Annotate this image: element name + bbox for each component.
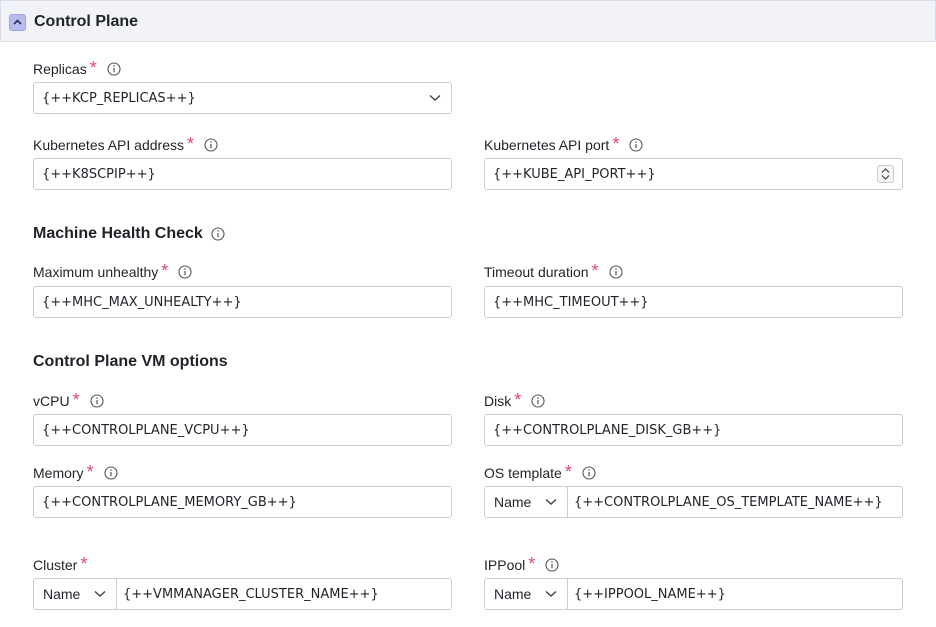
memory-input[interactable]: {++CONTROLPLANE_MEMORY_GB++}	[33, 486, 452, 518]
required-mark: *	[528, 554, 536, 574]
timeout-input[interactable]: {++MHC_TIMEOUT++}	[484, 286, 903, 318]
required-mark: *	[564, 462, 572, 482]
stepper-icon[interactable]	[877, 165, 894, 183]
cluster-label-text: Cluster	[33, 557, 78, 573]
api-port-label-text: Kubernetes API port	[484, 137, 610, 153]
vcpu-label-text: vCPU	[33, 393, 70, 409]
os-template-type-select[interactable]: Name	[484, 486, 568, 518]
api-address-label: Kubernetes API address *	[33, 134, 218, 154]
chevron-up-icon	[13, 19, 22, 25]
os-template-input[interactable]: {++CONTROLPLANE_OS_TEMPLATE_NAME++}	[568, 486, 903, 518]
vm-options-heading: Control Plane VM options	[33, 353, 228, 371]
os-template-value: {++CONTROLPLANE_OS_TEMPLATE_NAME++}	[574, 494, 883, 510]
required-mark: *	[86, 462, 94, 482]
chevron-down-icon	[429, 94, 441, 101]
disk-label-text: Disk	[484, 393, 512, 409]
info-icon[interactable]	[90, 394, 104, 408]
cluster-field: Name {++VMMANAGER_CLUSTER_NAME++}	[33, 578, 452, 610]
cluster-label: Cluster *	[33, 554, 88, 574]
cluster-value: {++VMMANAGER_CLUSTER_NAME++}	[123, 586, 379, 602]
required-mark: *	[187, 134, 195, 154]
info-icon[interactable]	[629, 138, 643, 152]
vcpu-value: {++CONTROLPLANE_VCPU++}	[42, 422, 250, 438]
ippool-value: {++IPPOOL_NAME++}	[574, 586, 726, 602]
vcpu-input[interactable]: {++CONTROLPLANE_VCPU++}	[33, 414, 452, 446]
vm-options-heading-text: Control Plane VM options	[33, 353, 228, 370]
cluster-type-select[interactable]: Name	[33, 578, 117, 610]
ippool-label-text: IPPool	[484, 557, 526, 573]
memory-label-text: Memory	[33, 465, 84, 481]
max-unhealthy-input[interactable]: {++MHC_MAX_UNHEALTY++}	[33, 286, 452, 318]
disk-value: {++CONTROLPLANE_DISK_GB++}	[493, 422, 722, 438]
disk-input[interactable]: {++CONTROLPLANE_DISK_GB++}	[484, 414, 903, 446]
cluster-input[interactable]: {++VMMANAGER_CLUSTER_NAME++}	[117, 578, 452, 610]
info-icon[interactable]	[104, 466, 118, 480]
replicas-value: {++KCP_REPLICAS++}	[42, 90, 196, 106]
info-icon[interactable]	[609, 265, 623, 279]
ippool-input[interactable]: {++IPPOOL_NAME++}	[568, 578, 903, 610]
os-template-type-value: Name	[494, 494, 532, 510]
os-template-label: OS template *	[484, 462, 596, 482]
timeout-label: Timeout duration *	[484, 261, 623, 281]
api-port-value: {++KUBE_API_PORT++}	[493, 166, 656, 182]
api-address-input[interactable]: {++K8SCPIP++}	[33, 158, 452, 190]
info-icon[interactable]	[178, 265, 192, 279]
ippool-label: IPPool *	[484, 554, 559, 574]
max-unhealthy-value: {++MHC_MAX_UNHEALTY++}	[42, 294, 242, 310]
info-icon[interactable]	[204, 138, 218, 152]
required-mark: *	[72, 390, 80, 410]
api-address-value: {++K8SCPIP++}	[42, 166, 156, 182]
mhc-heading: Machine Health Check	[33, 225, 225, 243]
api-port-input[interactable]: {++KUBE_API_PORT++}	[484, 158, 903, 190]
required-mark: *	[612, 134, 620, 154]
replicas-label-text: Replicas	[33, 61, 87, 77]
timeout-label-text: Timeout duration	[484, 264, 589, 280]
os-template-field: Name {++CONTROLPLANE_OS_TEMPLATE_NAME++}	[484, 486, 903, 518]
api-port-label: Kubernetes API port *	[484, 134, 643, 154]
info-icon[interactable]	[107, 62, 121, 76]
info-icon[interactable]	[545, 558, 559, 572]
ippool-type-select[interactable]: Name	[484, 578, 568, 610]
memory-label: Memory *	[33, 462, 118, 482]
replicas-select[interactable]: {++KCP_REPLICAS++}	[33, 82, 452, 114]
info-icon[interactable]	[211, 227, 225, 241]
section-header: Control Plane	[0, 0, 936, 42]
memory-value: {++CONTROLPLANE_MEMORY_GB++}	[42, 494, 297, 510]
required-mark: *	[80, 554, 88, 574]
chevron-down-icon	[545, 498, 557, 505]
replicas-label: Replicas *	[33, 58, 121, 78]
disk-label: Disk *	[484, 390, 545, 410]
chevron-down-icon	[94, 590, 106, 597]
required-mark: *	[161, 261, 169, 281]
vcpu-label: vCPU *	[33, 390, 104, 410]
cluster-type-value: Name	[43, 586, 81, 602]
ippool-field: Name {++IPPOOL_NAME++}	[484, 578, 903, 610]
mhc-heading-text: Machine Health Check	[33, 225, 203, 242]
collapse-button[interactable]	[9, 14, 26, 31]
info-icon[interactable]	[582, 466, 596, 480]
required-mark: *	[514, 390, 522, 410]
max-unhealthy-label-text: Maximum unhealthy	[33, 264, 159, 280]
section-title: Control Plane	[34, 13, 139, 30]
info-icon[interactable]	[531, 394, 545, 408]
required-mark: *	[591, 261, 599, 281]
api-address-label-text: Kubernetes API address	[33, 137, 184, 153]
ippool-type-value: Name	[494, 586, 532, 602]
chevron-down-icon	[545, 590, 557, 597]
required-mark: *	[89, 58, 97, 78]
max-unhealthy-label: Maximum unhealthy *	[33, 261, 192, 281]
timeout-value: {++MHC_TIMEOUT++}	[493, 294, 649, 310]
os-template-label-text: OS template	[484, 465, 562, 481]
